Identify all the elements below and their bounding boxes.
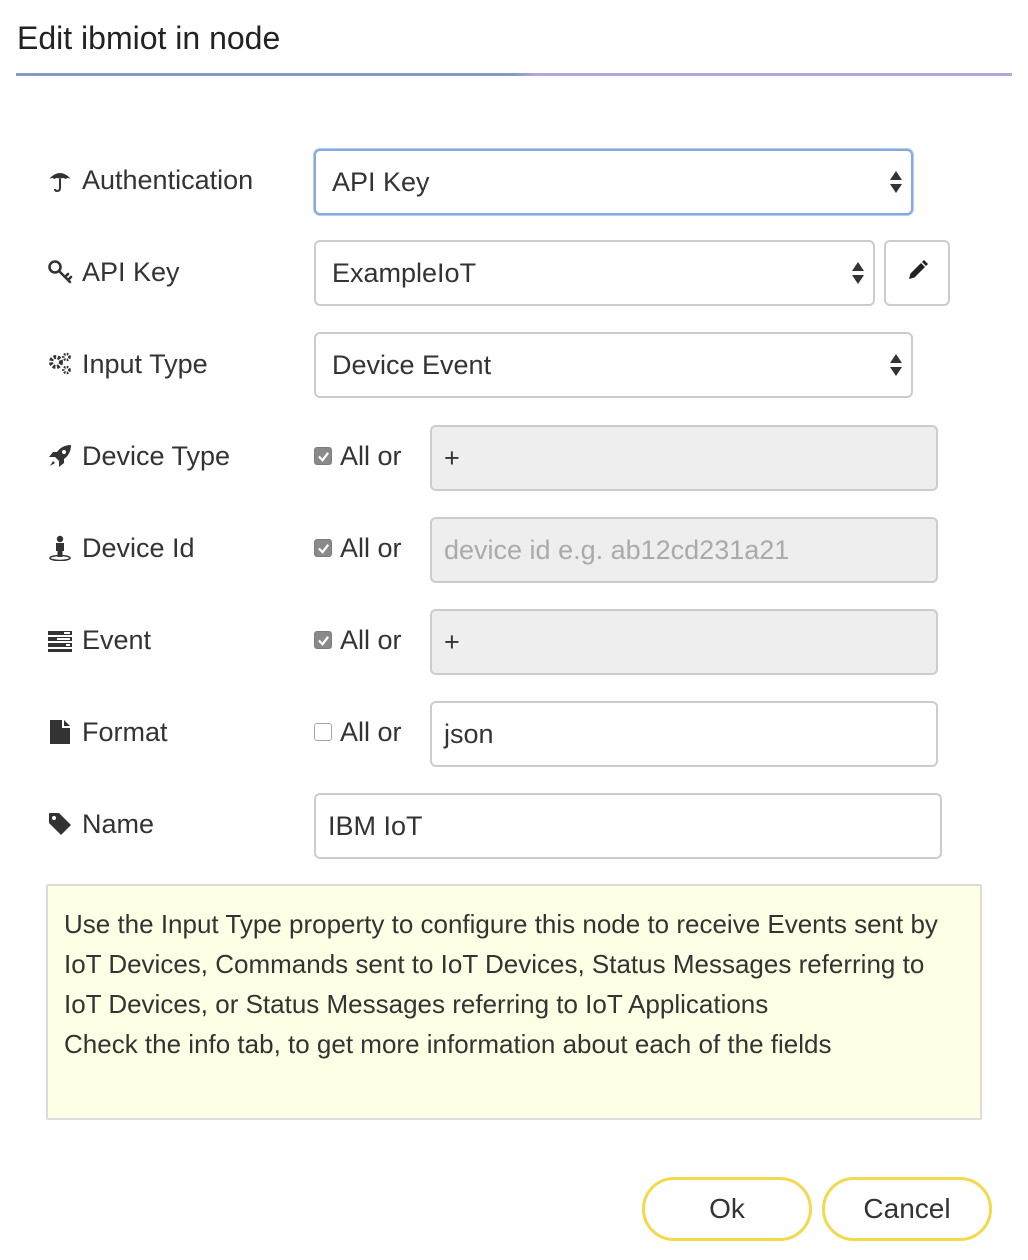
event-all-toggle[interactable]: All or [314,620,402,660]
device-type-label-text: Device Type [82,440,231,471]
device-type-all-label: All or [340,440,402,471]
cogs-icon [46,350,74,378]
name-label-text: Name [82,808,155,839]
event-input[interactable]: + [430,609,938,675]
authentication-value: API Key [332,166,430,197]
device-id-label-text: Device Id [82,532,195,563]
dialog-title: Edit ibmiot in node [17,20,281,56]
ok-button[interactable]: Ok [642,1177,812,1241]
device-type-all-toggle[interactable]: All or [314,436,402,476]
name-value: IBM IoT [328,810,423,841]
device-type-label: Device Type [46,436,230,476]
select-arrows-icon [889,168,903,196]
authentication-label: Authentication [46,160,253,200]
device-id-input[interactable]: device id e.g. ab12cd231a21 [430,517,938,583]
tip-text-2: Check the info tab, to get more informat… [64,1029,832,1059]
device-id-label: Device Id [46,528,195,568]
name-label: Name [46,804,154,844]
format-label-text: Format [82,716,168,747]
event-label-text: Event [82,624,152,655]
api-key-label-text: API Key [82,256,180,287]
format-all-checkbox[interactable] [314,723,332,741]
input-type-label: Input Type [46,344,208,384]
format-value: json [444,718,494,749]
name-input[interactable]: IBM IoT [314,793,942,859]
umbrella-icon [46,166,74,194]
format-label: Format [46,712,168,752]
title-divider [16,73,1012,76]
input-type-select[interactable]: Device Event [314,332,913,398]
event-all-label: All or [340,624,402,655]
device-type-input[interactable]: + [430,425,938,491]
file-icon [46,718,74,746]
authentication-label-text: Authentication [82,164,254,195]
select-arrows-icon [851,259,865,287]
tasks-icon [46,626,74,654]
device-type-value: + [444,442,460,473]
select-arrows-icon [889,351,903,379]
format-all-label: All or [340,716,402,747]
device-id-all-label: All or [340,532,402,563]
device-id-all-toggle[interactable]: All or [314,528,402,568]
device-id-placeholder: device id e.g. ab12cd231a21 [444,534,790,565]
user-icon [46,534,74,562]
event-value: + [444,626,460,657]
event-label: Event [46,620,151,660]
api-key-select[interactable]: ExampleIoT [314,240,875,306]
pencil-icon [905,259,929,288]
format-all-toggle[interactable]: All or [314,712,402,752]
event-all-checkbox[interactable] [314,631,332,649]
device-type-all-checkbox[interactable] [314,447,332,465]
api-key-value: ExampleIoT [332,257,477,288]
tip-box: Use the Input Type property to configure… [46,884,982,1120]
api-key-label: API Key [46,252,180,292]
tag-icon [46,810,74,838]
format-input[interactable]: json [430,701,938,767]
rocket-icon [46,442,74,470]
edit-api-key-button[interactable] [884,240,950,306]
cancel-button[interactable]: Cancel [822,1177,992,1241]
key-icon [46,258,74,286]
device-id-all-checkbox[interactable] [314,539,332,557]
authentication-select[interactable]: API Key [314,149,913,215]
input-type-label-text: Input Type [82,348,208,379]
tip-text-1: Use the Input Type property to configure… [64,909,938,1019]
input-type-value: Device Event [332,349,492,380]
